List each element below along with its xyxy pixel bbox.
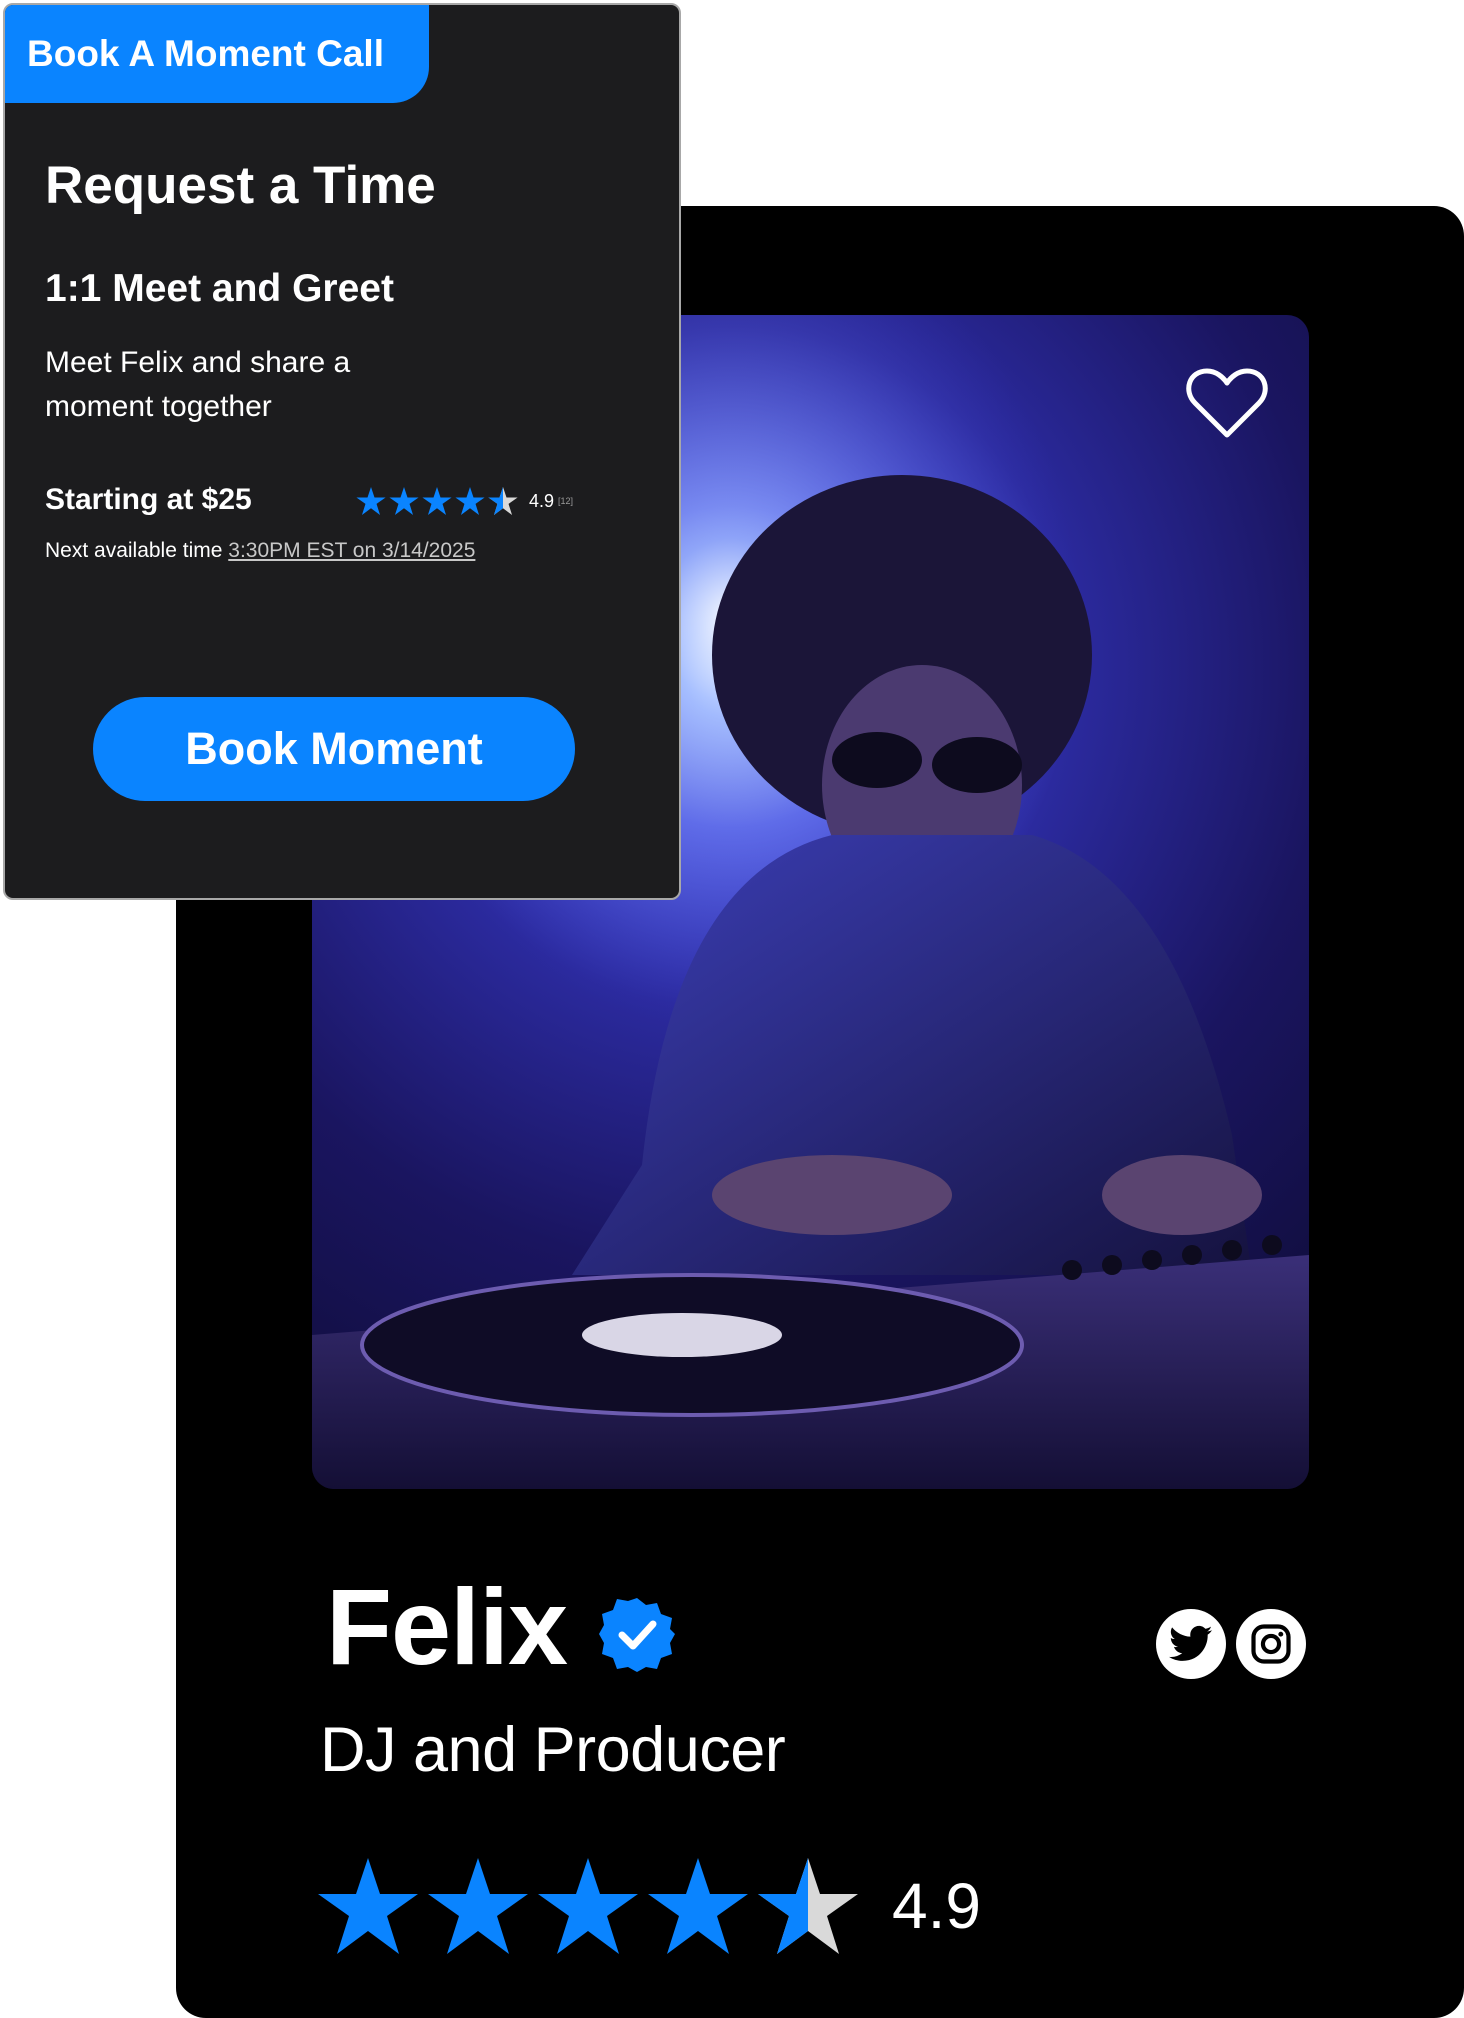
twitter-icon [1169,1625,1213,1661]
star-icon [648,1858,748,1954]
profile-rating-value: 4.9 [892,1870,981,1942]
booking-title: Request a Time [45,156,436,215]
instagram-icon [1251,1624,1291,1664]
half-star-icon [488,487,518,515]
profile-name: Felix [326,1565,568,1687]
booking-price: Starting at $25 [45,483,252,516]
next-available: Next available time 3:30PM EST on 3/14/2… [45,539,475,563]
heart-icon[interactable] [1185,365,1269,441]
next-available-label: Next available time [45,539,223,562]
twitter-button[interactable] [1156,1609,1226,1679]
profile-rating: 4.9 [318,1858,981,1954]
booking-rating: 4.9 [12] [356,487,573,515]
booking-rating-count: [12] [558,496,574,506]
star-icon [422,487,452,515]
star-icon [538,1858,638,1954]
star-icon [428,1858,528,1954]
next-available-time-link[interactable]: 3:30PM EST on 3/14/2025 [228,539,475,562]
instagram-button[interactable] [1236,1609,1306,1679]
star-icon [389,487,419,515]
star-icon [455,487,485,515]
booking-card: Book A Moment Call Request a Time 1:1 Me… [3,3,681,900]
half-star-icon [758,1858,858,1954]
star-icon [356,487,386,515]
booking-subtitle: 1:1 Meet and Greet [45,267,394,310]
booking-tab[interactable]: Book A Moment Call [5,5,429,103]
profile-name-row: Felix [326,1565,676,1687]
booking-rating-value: 4.9 [529,490,555,511]
star-icon [318,1858,418,1954]
verified-badge-icon [599,1598,676,1672]
book-moment-button[interactable]: Book Moment [93,697,575,801]
profile-role: DJ and Producer [320,1715,786,1785]
booking-description: Meet Felix and share a moment together [45,346,351,423]
